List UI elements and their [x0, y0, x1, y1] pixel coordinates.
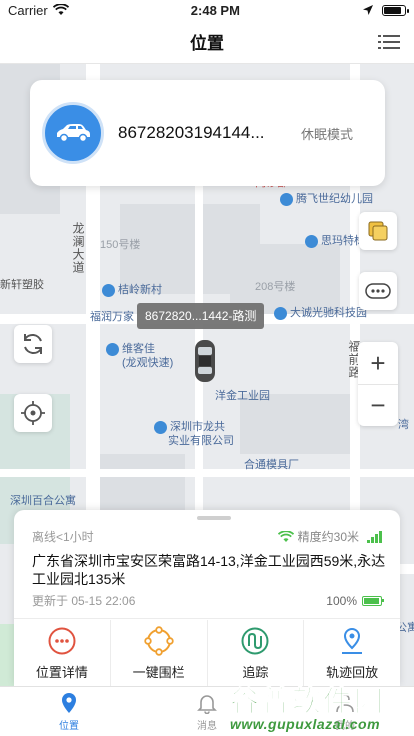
- device-mode: 休眠模式: [301, 126, 354, 142]
- map-label-juling: 桔岭新村: [102, 281, 162, 297]
- map-block: [240, 394, 350, 454]
- dots-circle-icon: [48, 627, 76, 654]
- poi-icon: [274, 306, 287, 320]
- signal-bars-icon: [367, 530, 382, 543]
- marker-label[interactable]: 8672820...1442-路测: [137, 303, 265, 329]
- car-icon: [57, 124, 90, 143]
- more-icon: [365, 283, 391, 299]
- status-bar: Carrier 2:48 PM: [0, 0, 414, 20]
- map-label-baihe: 深圳百合公寓: [10, 495, 76, 507]
- fence-circle-icon: [143, 625, 174, 656]
- action-label: 位置详情: [35, 664, 88, 680]
- tab-label: 位置: [59, 720, 79, 732]
- zoom-control: + −: [358, 342, 398, 426]
- nav-bar: 位置: [0, 20, 414, 64]
- refresh-icon: [24, 334, 42, 354]
- offline-status: 离线<1小时: [32, 530, 94, 544]
- location-pin-icon: [62, 692, 76, 713]
- wifi-signal-icon: [277, 530, 294, 542]
- action-fence[interactable]: 一键围栏: [111, 620, 208, 686]
- layers-icon: [368, 221, 388, 241]
- poi-icon: [154, 420, 167, 434]
- poi-icon: [305, 234, 318, 248]
- device-card[interactable]: 86728203194144... 休眠模式: [30, 80, 385, 186]
- bell-icon: [197, 694, 217, 714]
- watermark-url: www.gupuxlazal.com: [230, 716, 381, 732]
- precision-text: 精度约30米: [297, 530, 359, 544]
- locate-button[interactable]: [14, 394, 52, 432]
- carrier-label: Carrier: [8, 2, 48, 18]
- zoom-in-button[interactable]: +: [358, 342, 398, 384]
- poi-icon: [280, 192, 293, 206]
- device-id: 86728203194144...: [118, 123, 265, 142]
- update-time: 更新于 05-15 22:06: [32, 594, 136, 608]
- wifi-icon: [52, 4, 69, 15]
- map-label-dacheng: 大诚光驰科技园: [274, 304, 367, 320]
- pin-route-icon: [342, 627, 363, 654]
- crosshair-icon: [21, 401, 45, 425]
- poi-icon: [102, 283, 115, 297]
- map-label-siqi: 思玛特标: [305, 232, 365, 248]
- battery-icon: [382, 4, 409, 16]
- zoom-out-button[interactable]: −: [358, 384, 398, 426]
- map-label-edge: 湾: [398, 419, 409, 431]
- map-layer-button[interactable]: [359, 212, 397, 250]
- tab-label: 消息: [197, 720, 217, 732]
- watermark: 谷普软件园 www.gupuxlazal.com: [224, 676, 414, 736]
- map-label-tengfei: 腾飞世纪幼儿园: [280, 190, 373, 206]
- map-more-button[interactable]: [359, 272, 397, 310]
- update-row: 更新于 05-15 22:06 100%: [32, 592, 384, 609]
- location-arrow-icon: [363, 5, 373, 15]
- map-label-hecheng: 合通模具厂: [244, 459, 299, 471]
- tab-location[interactable]: 位置: [0, 687, 138, 736]
- action-label: 一键围栏: [132, 664, 185, 680]
- divider: [14, 618, 400, 619]
- menu-list-icon[interactable]: [378, 32, 400, 52]
- battery-percent: 100%: [326, 593, 357, 608]
- status-row: 离线<1小时 精度约30米: [32, 528, 382, 545]
- map-label-weike-sub: (龙观快速): [122, 357, 174, 369]
- drag-handle[interactable]: [197, 516, 231, 520]
- page-title: 位置: [190, 34, 224, 53]
- battery-group: 100%: [326, 593, 384, 608]
- refresh-button[interactable]: [14, 325, 52, 363]
- car-marker-icon[interactable]: [193, 338, 217, 384]
- poi-icon: [106, 342, 119, 356]
- map-label-xuan: 新轩塑胶: [0, 279, 44, 291]
- device-battery-icon: [362, 595, 384, 606]
- status-right-group: [362, 4, 409, 16]
- map-label-yangjin: 洋金工业园: [215, 390, 270, 402]
- track-icon: [241, 627, 269, 654]
- map-label-150: 150号楼: [100, 239, 141, 251]
- precision-group: 精度约30米: [277, 528, 382, 545]
- action-location-detail[interactable]: 位置详情: [14, 620, 111, 686]
- map-label-longgong-sub: 实业有限公司: [168, 435, 234, 447]
- map-label-fuyun: 福润万家: [90, 311, 134, 323]
- status-time: 2:48 PM: [190, 2, 240, 18]
- carrier-group: Carrier: [8, 3, 69, 18]
- car-avatar: [42, 102, 104, 164]
- watermark-title: 谷普软件园: [229, 686, 386, 719]
- map-road: [0, 469, 414, 477]
- map-label-208: 208号楼: [255, 281, 296, 293]
- map-label-road-longlan: 龙澜大道: [71, 222, 85, 274]
- info-panel: 离线<1小时 精度约30米 广东省深圳市宝安区荣富路14-13,洋金工业园西59…: [14, 510, 400, 686]
- address-text: 广东省深圳市宝安区荣富路14-13,洋金工业园西59米,永达工业园北135米: [32, 553, 386, 587]
